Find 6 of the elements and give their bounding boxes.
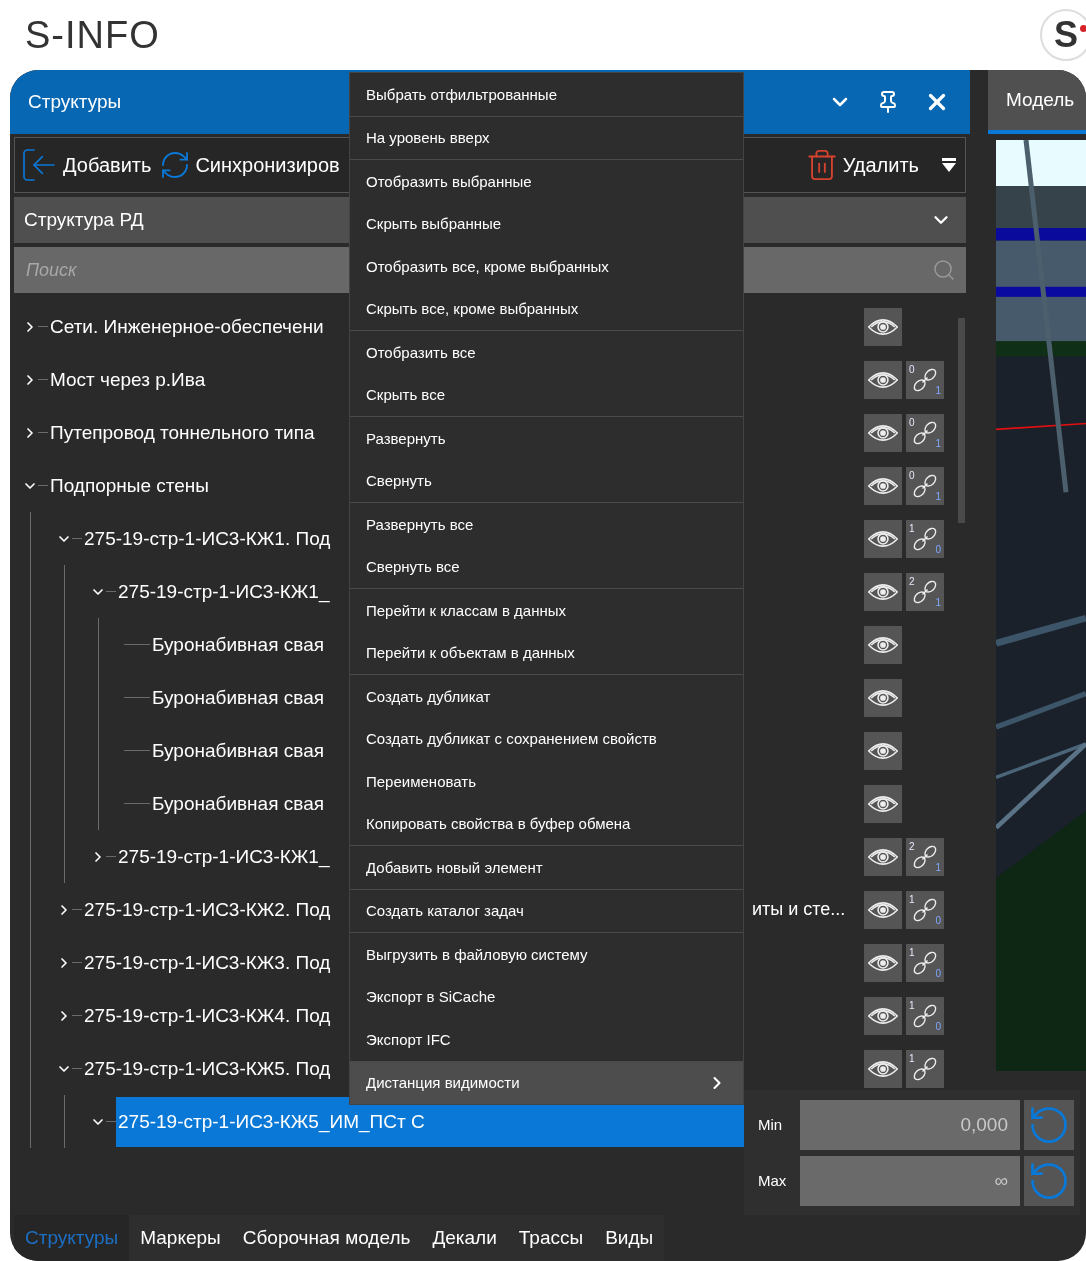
field-label: Min bbox=[758, 1116, 784, 1133]
field-label: Max bbox=[758, 1172, 788, 1189]
tree-item-text: иты и сте... bbox=[752, 899, 847, 920]
app-logo: S bbox=[1040, 9, 1086, 61]
app-title: S-INFO bbox=[25, 13, 160, 57]
panel-title: Структуры bbox=[28, 91, 122, 113]
